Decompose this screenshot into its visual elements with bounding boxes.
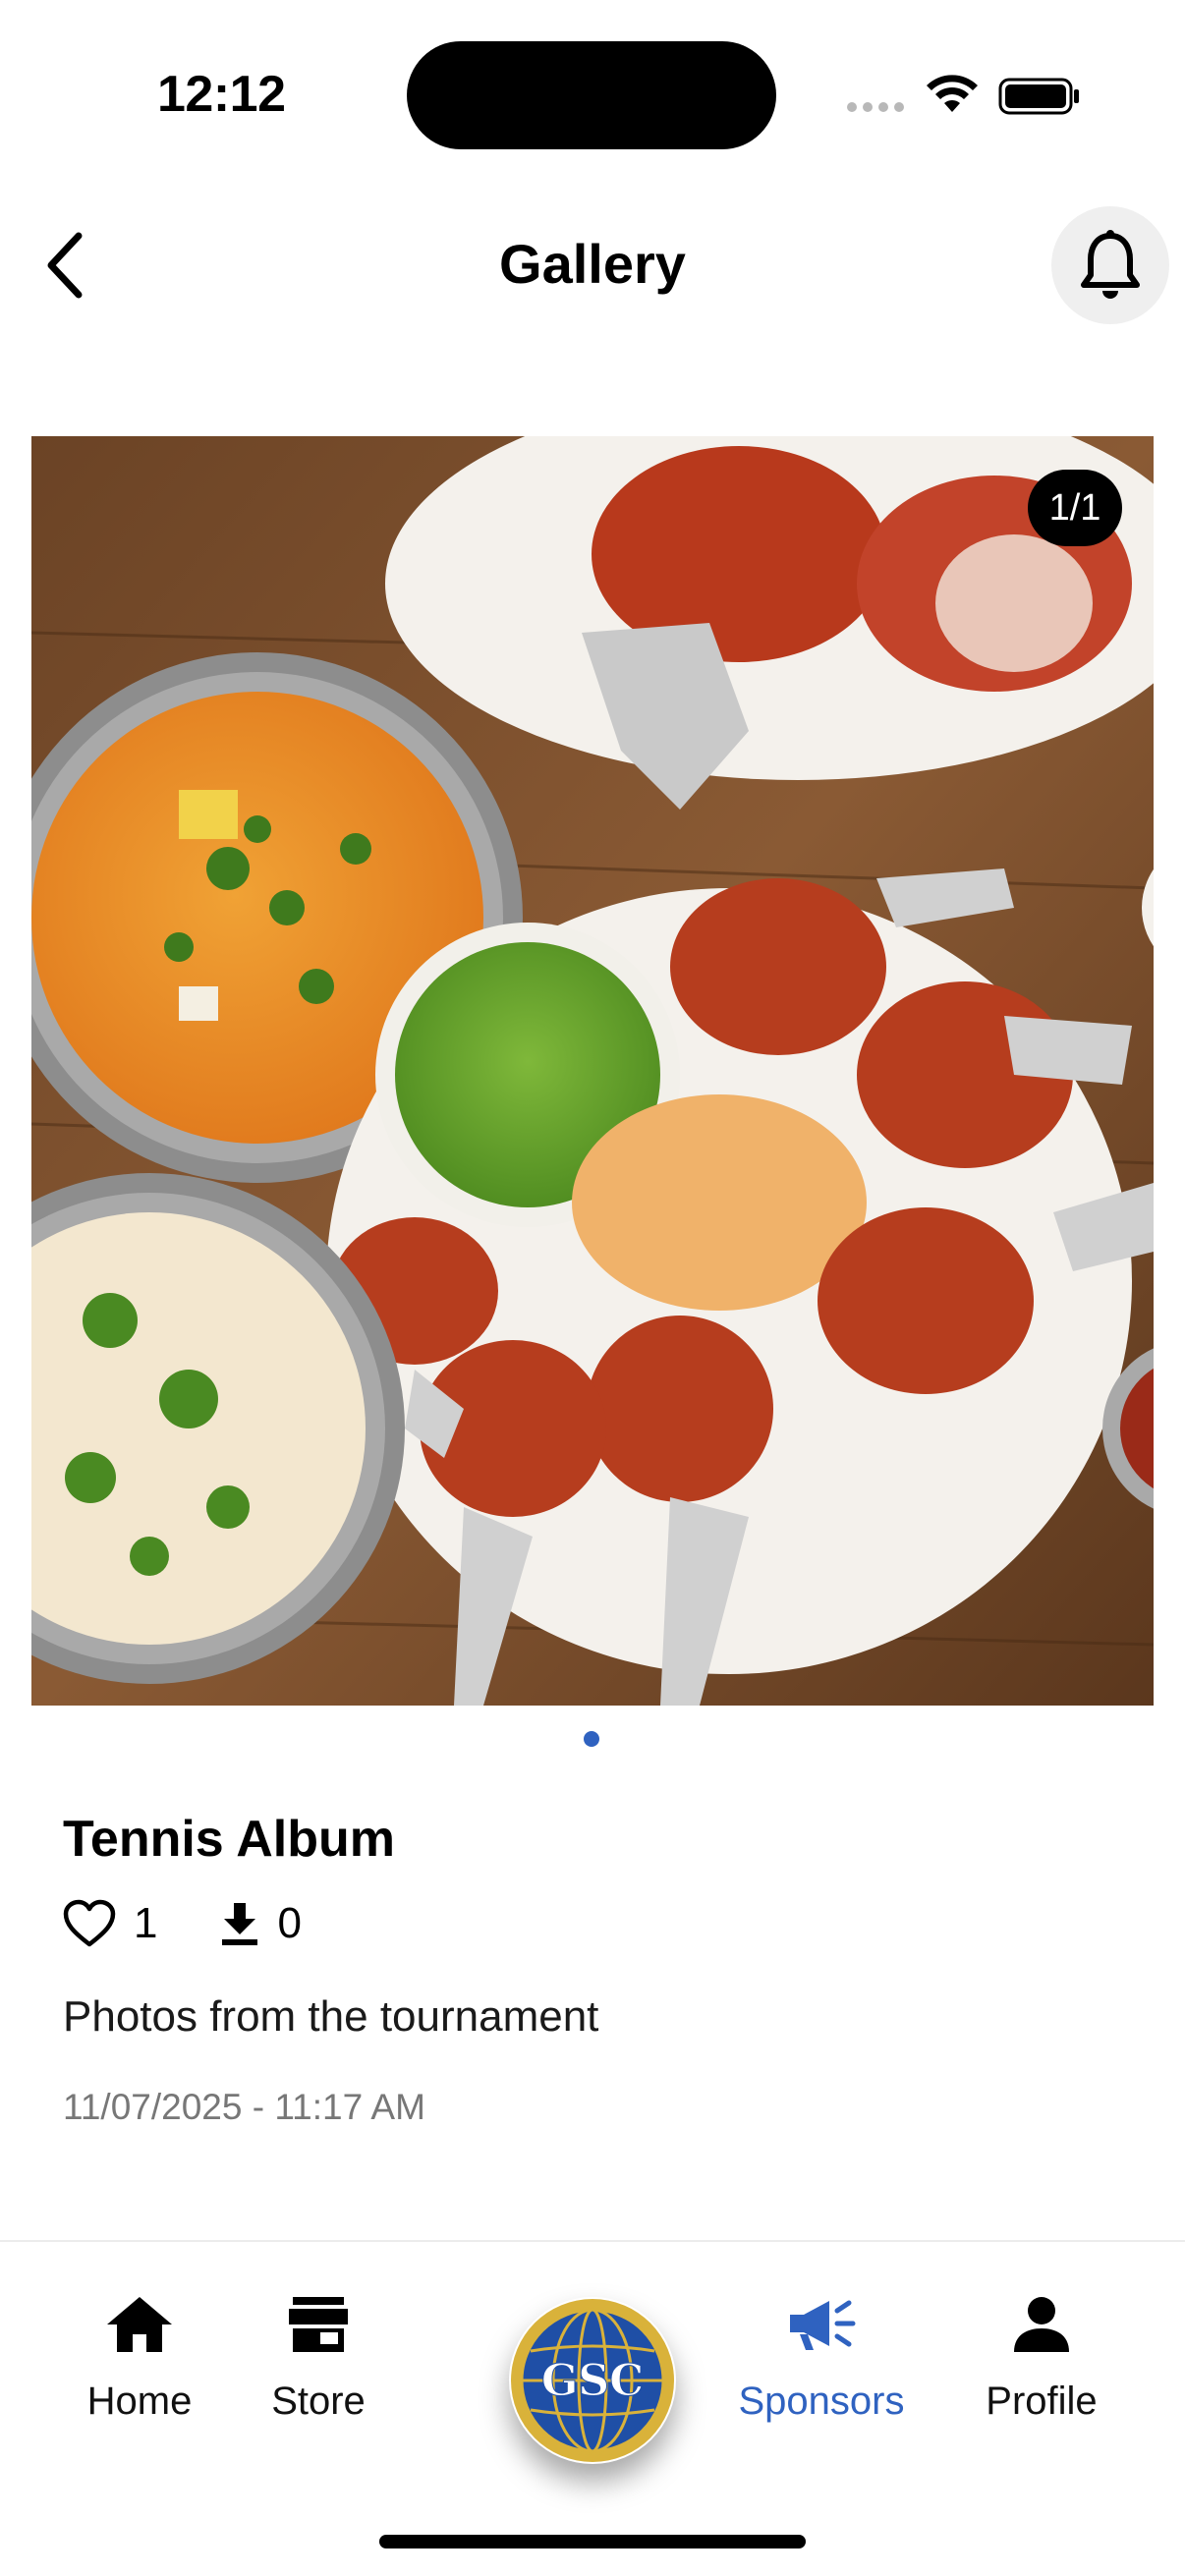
gsc-logo-button[interactable]: GSC	[509, 2297, 676, 2464]
gallery-photo[interactable]	[31, 436, 1154, 1706]
like-button[interactable]: 1	[63, 1899, 157, 1948]
like-count: 1	[134, 1899, 158, 1947]
globe-logo-icon: GSC	[511, 2299, 674, 2462]
nav-sponsors[interactable]: Sponsors	[713, 2295, 930, 2424]
dynamic-island	[407, 41, 776, 149]
bottom-navigation: Home Store GSC Sponsors Profile	[0, 2240, 1185, 2576]
nav-home[interactable]: Home	[71, 2295, 208, 2424]
status-time: 12:12	[157, 66, 286, 123]
nav-sponsors-label: Sponsors	[738, 2380, 905, 2423]
album-title: Tennis Album	[63, 1811, 395, 1868]
wifi-icon	[927, 75, 978, 112]
cellular-signal-icon	[847, 102, 904, 112]
nav-store[interactable]: Store	[250, 2295, 387, 2424]
megaphone-icon	[790, 2300, 856, 2350]
food-photo-illustration	[31, 436, 1154, 1706]
album-date: 11/07/2025 - 11:17 AM	[63, 2087, 425, 2127]
download-button[interactable]: 0	[220, 1899, 302, 1948]
page-title: Gallery	[499, 233, 686, 295]
nav-home-label: Home	[86, 2380, 193, 2423]
battery-icon	[998, 78, 1079, 115]
download-icon	[222, 1903, 258, 1945]
download-count: 0	[277, 1899, 302, 1947]
image-counter-badge: 1/1	[1028, 470, 1122, 546]
nav-store-label: Store	[271, 2380, 366, 2423]
notifications-button[interactable]	[1051, 206, 1169, 324]
album-stats: 1 0	[63, 1896, 302, 1951]
carousel-page-indicator	[584, 1731, 599, 1747]
home-icon	[107, 2297, 172, 2352]
heart-icon	[63, 1899, 116, 1947]
nav-profile-label: Profile	[986, 2380, 1098, 2423]
store-icon	[289, 2297, 348, 2352]
nav-profile[interactable]: Profile	[963, 2295, 1120, 2424]
person-icon	[1014, 2297, 1069, 2352]
svg-text:GSC: GSC	[541, 2356, 644, 2406]
bell-icon	[1081, 230, 1140, 299]
album-description: Photos from the tournament	[63, 1992, 599, 2041]
home-indicator	[379, 2535, 806, 2548]
